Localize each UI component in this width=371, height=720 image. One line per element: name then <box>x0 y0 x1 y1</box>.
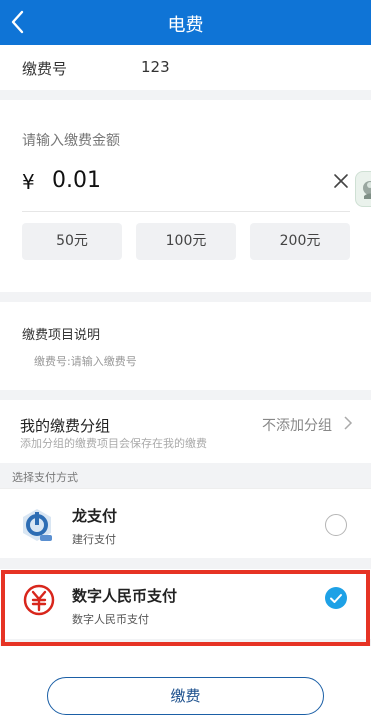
description-card: 缴费项目说明 缴费号:请输入缴费号 <box>0 302 371 390</box>
account-label: 缴费号 <box>22 60 68 78</box>
check-icon[interactable] <box>325 587 347 609</box>
payment-name: 龙支付 <box>72 507 118 525</box>
payment-option-longpay[interactable]: 龙支付 建行支付 <box>0 488 371 558</box>
pay-button[interactable]: 缴费 <box>47 677 324 715</box>
input-underline <box>22 211 350 212</box>
group-title: 我的缴费分组 <box>20 417 111 435</box>
payment-name: 数字人民币支付 <box>72 587 178 605</box>
group-subtitle: 添加分组的缴费项目会保存在我的缴费 <box>20 437 207 450</box>
radio-unselected[interactable] <box>325 514 347 536</box>
quick-amount-100[interactable]: 100元 <box>136 223 236 260</box>
chevron-right-icon <box>344 416 353 430</box>
quick-amount-50[interactable]: 50元 <box>22 223 122 260</box>
description-title: 缴费项目说明 <box>22 328 101 343</box>
clear-icon[interactable] <box>332 172 350 190</box>
amount-input[interactable]: 0.01 <box>52 168 101 193</box>
account-value: 123 <box>141 58 170 76</box>
ccb-pay-icon <box>23 509 52 541</box>
payment-section-label: 选择支付方式 <box>12 471 78 484</box>
group-row[interactable]: 我的缴费分组 添加分组的缴费项目会保存在我的缴费 不添加分组 <box>0 400 371 463</box>
payment-sub: 数字人民币支付 <box>72 613 149 626</box>
top-bar: 电费 <box>0 0 371 45</box>
account-row: 缴费号 123 <box>0 45 371 90</box>
payment-sub: 建行支付 <box>72 533 116 546</box>
floating-assistant-icon[interactable] <box>355 171 371 207</box>
amount-card: 请输入缴费金额 ¥ 0.01 50元 100元 200元 <box>0 100 371 292</box>
amount-label: 请输入缴费金额 <box>22 133 120 149</box>
quick-amount-200[interactable]: 200元 <box>250 223 350 260</box>
description-text: 缴费号:请输入缴费号 <box>34 355 137 368</box>
page-title: 电费 <box>167 15 204 36</box>
bottom-bar: 缴费 <box>0 646 371 720</box>
group-value: 不添加分组 <box>262 418 332 434</box>
digital-rmb-icon <box>23 584 55 616</box>
currency-symbol: ¥ <box>22 170 35 194</box>
payment-option-ecny[interactable]: 数字人民币支付 数字人民币支付 <box>0 569 371 639</box>
